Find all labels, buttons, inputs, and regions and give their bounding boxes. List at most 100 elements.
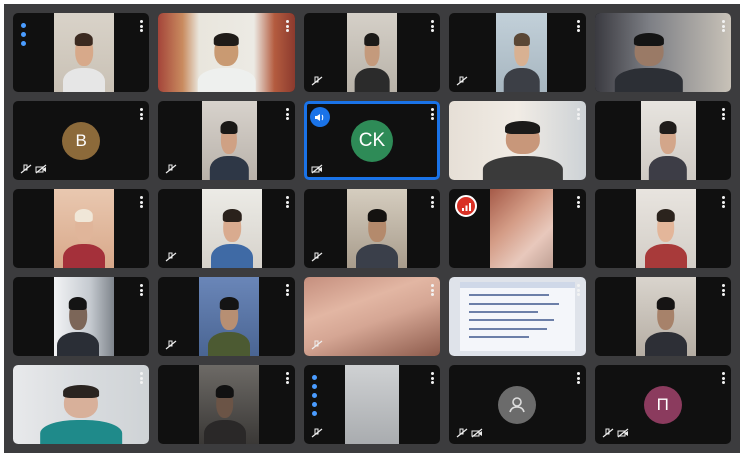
more-options-icon[interactable] — [285, 20, 289, 32]
mic-off-icon — [166, 164, 177, 174]
participant-video — [449, 101, 586, 180]
participant-tile[interactable] — [13, 189, 150, 268]
signal-icon — [461, 202, 471, 211]
participant-tile[interactable] — [449, 13, 586, 92]
participant-avatar: П — [643, 385, 682, 424]
participant-video — [202, 189, 263, 268]
participant-video — [594, 13, 731, 92]
shared-document — [460, 281, 575, 352]
more-options-icon[interactable] — [285, 284, 289, 296]
speaking-indicator — [21, 23, 26, 46]
more-options-icon[interactable] — [721, 20, 725, 32]
muted-indicators — [311, 252, 323, 262]
participant-avatar: CK — [350, 119, 393, 162]
participant-video — [199, 365, 260, 444]
speaking-indicator — [311, 375, 317, 416]
more-options-icon[interactable] — [431, 196, 435, 208]
participant-tile[interactable] — [13, 277, 150, 356]
mic-off-icon — [456, 76, 468, 86]
more-options-icon[interactable] — [140, 372, 144, 384]
more-options-icon[interactable] — [721, 372, 725, 384]
mic-off-icon — [311, 428, 323, 438]
participant-tile[interactable] — [594, 101, 731, 180]
more-options-icon[interactable] — [576, 20, 580, 32]
muted-indicators — [311, 428, 323, 438]
more-options-icon[interactable] — [285, 108, 289, 120]
more-options-icon[interactable] — [721, 108, 725, 120]
mic-off-icon — [311, 76, 323, 86]
more-options-icon[interactable] — [431, 372, 435, 384]
camera-off-icon — [35, 164, 47, 174]
more-options-icon[interactable] — [431, 108, 435, 120]
more-options-icon[interactable] — [285, 196, 289, 208]
participant-tile[interactable] — [449, 189, 586, 268]
more-options-icon[interactable] — [721, 284, 725, 296]
participant-tile[interactable] — [449, 365, 586, 444]
speaker-badge — [309, 107, 330, 127]
participant-tile[interactable] — [13, 365, 150, 444]
mic-off-icon — [602, 428, 613, 438]
more-options-icon[interactable] — [576, 284, 580, 296]
participant-tile[interactable] — [158, 189, 295, 268]
signal-badge — [455, 195, 478, 217]
volume-icon — [315, 113, 324, 121]
participant-video — [53, 189, 114, 268]
mic-off-icon — [311, 340, 323, 350]
participant-video — [13, 365, 150, 444]
participant-tile[interactable]: П — [594, 365, 731, 444]
participant-video — [640, 101, 696, 180]
camera-off-icon — [617, 428, 628, 438]
more-options-icon[interactable] — [140, 284, 144, 296]
more-options-icon[interactable] — [576, 108, 580, 120]
participant-video — [495, 13, 548, 92]
participant-tile[interactable] — [449, 101, 586, 180]
participant-tile[interactable] — [594, 189, 731, 268]
more-options-icon[interactable] — [285, 372, 289, 384]
participant-tile[interactable] — [303, 189, 441, 268]
more-options-icon[interactable] — [140, 108, 144, 120]
participant-video — [344, 365, 400, 444]
participant-avatar: B — [62, 121, 101, 160]
generic-person-avatar — [498, 385, 537, 424]
muted-indicators — [311, 164, 323, 174]
muted-indicators — [165, 164, 177, 174]
more-options-icon[interactable] — [140, 20, 144, 32]
screenshot-frame: B CK П — [0, 0, 744, 457]
participant-tile[interactable] — [449, 277, 586, 356]
participant-tile[interactable] — [303, 365, 441, 444]
participant-tile[interactable] — [303, 13, 441, 92]
mic-off-icon — [166, 340, 177, 350]
mic-off-icon — [311, 252, 323, 262]
participant-tile[interactable] — [158, 365, 295, 444]
more-options-icon[interactable] — [576, 196, 580, 208]
participant-tile[interactable] — [158, 13, 295, 92]
more-options-icon[interactable] — [140, 196, 144, 208]
participant-video — [53, 277, 114, 356]
participant-video — [347, 189, 408, 268]
participant-tile[interactable] — [594, 13, 731, 92]
participant-video — [490, 189, 553, 268]
participant-video — [635, 277, 696, 356]
more-options-icon[interactable] — [576, 372, 580, 384]
person-icon — [509, 396, 526, 412]
participant-tile[interactable] — [158, 101, 295, 180]
participant-grid: B CK П — [4, 4, 740, 453]
participant-tile-active[interactable]: CK — [303, 101, 441, 180]
participant-video — [158, 13, 295, 92]
muted-indicators — [311, 340, 323, 350]
participant-video — [347, 13, 397, 92]
participant-video — [53, 13, 114, 92]
muted-indicators — [456, 428, 483, 438]
muted-indicators — [311, 76, 323, 86]
participant-tile[interactable] — [13, 13, 150, 92]
mic-off-icon — [20, 164, 32, 174]
more-options-icon[interactable] — [431, 20, 435, 32]
participant-tile[interactable]: B — [13, 101, 150, 180]
participant-tile[interactable] — [303, 277, 441, 356]
more-options-icon[interactable] — [721, 196, 725, 208]
more-options-icon[interactable] — [431, 284, 435, 296]
muted-indicators — [165, 340, 177, 350]
camera-off-icon — [311, 164, 323, 174]
participant-tile[interactable] — [594, 277, 731, 356]
participant-tile[interactable] — [158, 277, 295, 356]
